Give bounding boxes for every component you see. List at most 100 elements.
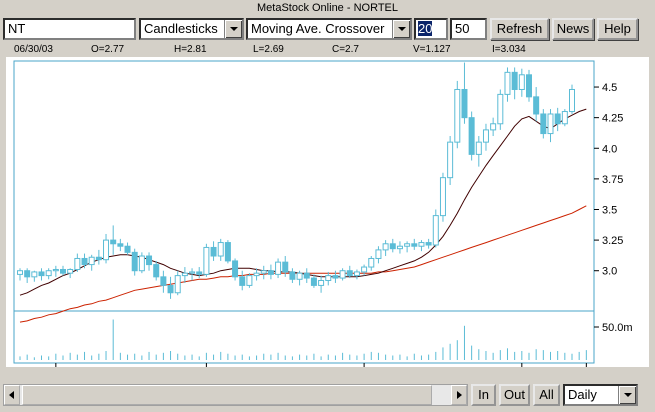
period-select[interactable]: Daily xyxy=(563,384,638,406)
candle-body xyxy=(454,88,461,143)
indicator-select[interactable]: Moving Ave. Crossover xyxy=(246,18,412,40)
quote-open: O=2.77 xyxy=(91,44,125,55)
candle-body xyxy=(482,129,489,143)
y-tick-label: 3.0 xyxy=(602,266,617,278)
zoom-in-button[interactable]: In xyxy=(471,384,496,406)
candle-body xyxy=(196,271,203,275)
candle-body xyxy=(81,257,88,266)
volume-scale-label: 50.0m xyxy=(602,322,633,334)
quote-high: H=2.81 xyxy=(174,44,207,55)
refresh-button[interactable]: Refresh xyxy=(490,18,549,40)
candle-body xyxy=(282,261,289,273)
candle-body xyxy=(167,284,174,294)
candle-body xyxy=(547,113,554,135)
scroll-right-button[interactable] xyxy=(451,385,467,405)
zoom-all-button[interactable]: All xyxy=(533,384,560,406)
candle-body xyxy=(447,141,454,179)
candle-body xyxy=(475,141,482,155)
candle-body xyxy=(339,270,346,279)
candle-body xyxy=(332,275,339,279)
candle-body xyxy=(396,245,403,250)
candle-body xyxy=(189,271,196,274)
quote-low: L=2.69 xyxy=(253,44,284,55)
candle-body xyxy=(561,111,568,125)
candle-body xyxy=(425,242,432,246)
chart-svg: 4.54.254.03.753.53.253.050.0m JunJulAugS… xyxy=(6,57,649,379)
candle-body xyxy=(490,123,497,131)
symbol-input[interactable]: NT xyxy=(3,18,136,40)
y-tick-label: 4.5 xyxy=(602,82,617,94)
quote-volume: V=1.127 xyxy=(413,44,451,55)
candle-body xyxy=(210,246,217,257)
candle-body xyxy=(38,271,45,277)
zoom-out-button[interactable]: Out xyxy=(499,384,530,406)
price-chart[interactable]: 4.54.254.03.753.53.253.050.0m JunJulAugS… xyxy=(6,57,649,379)
arrow-right-icon xyxy=(457,391,462,399)
candle-body xyxy=(203,246,210,275)
candle-body xyxy=(461,88,468,119)
candle-body xyxy=(131,251,138,272)
candle-body xyxy=(160,276,167,286)
help-button[interactable]: Help xyxy=(597,18,638,40)
candle-body xyxy=(310,277,317,286)
candle-body xyxy=(253,272,260,277)
y-tick-label: 4.0 xyxy=(602,143,617,155)
scroll-left-button[interactable] xyxy=(4,385,20,405)
candle-body xyxy=(289,271,296,280)
period-value: Daily xyxy=(568,387,597,402)
param2-input[interactable]: 50 xyxy=(450,18,487,40)
candle-body xyxy=(361,266,368,273)
candle-body xyxy=(52,268,59,272)
window-title: MetaStock Online - NORTEL xyxy=(256,2,398,14)
param1-value: 20 xyxy=(418,21,433,36)
candle-body xyxy=(239,276,246,286)
news-button[interactable]: News xyxy=(552,18,594,40)
param1-input[interactable]: 20 xyxy=(414,18,448,40)
candle-body xyxy=(511,71,518,90)
candle-body xyxy=(346,270,353,277)
candle-body xyxy=(181,272,188,277)
candle-body xyxy=(95,256,102,261)
candle-body xyxy=(404,243,411,247)
candle-body xyxy=(60,268,67,274)
candle-body xyxy=(353,271,360,277)
candle-body xyxy=(418,242,425,247)
chevron-down-icon[interactable] xyxy=(618,386,636,404)
y-tick-label: 4.25 xyxy=(602,113,623,125)
chevron-down-icon[interactable] xyxy=(392,20,410,38)
y-tick-label: 3.25 xyxy=(602,235,623,247)
candle-body xyxy=(138,255,145,272)
chart-type-select[interactable]: Candlesticks xyxy=(139,18,244,40)
candle-body xyxy=(31,271,38,278)
indicator-value: Moving Ave. Crossover xyxy=(251,21,385,36)
horizontal-scrollbar[interactable] xyxy=(3,384,468,406)
candle-body xyxy=(525,74,532,98)
candle-body xyxy=(375,249,382,259)
candle-body xyxy=(504,71,511,95)
candle-body xyxy=(275,261,282,275)
quote-date: 06/30/03 xyxy=(14,44,53,55)
candle-body xyxy=(260,270,267,274)
y-tick-label: 3.75 xyxy=(602,174,623,186)
candle-body xyxy=(432,215,439,246)
chevron-down-icon[interactable] xyxy=(224,20,242,38)
candle-body xyxy=(217,242,224,257)
candle-body xyxy=(468,117,475,155)
candle-body xyxy=(533,96,540,115)
candle-body xyxy=(296,272,303,280)
candle-body xyxy=(74,257,81,270)
candle-body xyxy=(540,113,547,135)
candle-body xyxy=(325,275,332,282)
candle-body xyxy=(439,177,446,217)
chart-type-value: Candlesticks xyxy=(144,21,218,36)
candle-body xyxy=(318,280,325,286)
candle-body xyxy=(497,93,504,125)
candle-body xyxy=(117,243,124,247)
candle-body xyxy=(232,260,239,278)
quote-close: C=2.7 xyxy=(332,44,359,55)
candle-body xyxy=(17,270,23,275)
candle-body xyxy=(103,239,110,261)
candle-body xyxy=(267,270,274,275)
candle-body xyxy=(518,74,525,90)
scroll-thumb[interactable] xyxy=(22,385,432,405)
